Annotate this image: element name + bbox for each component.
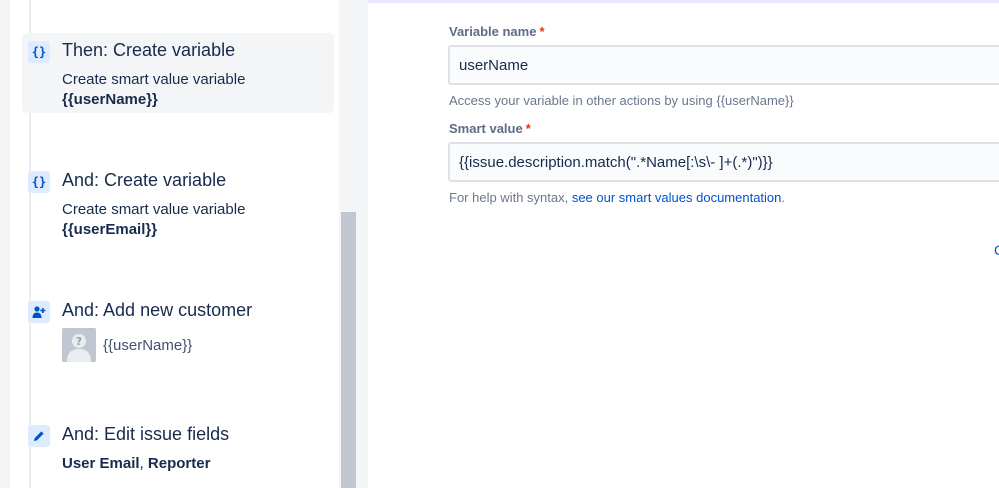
rule-step-edit-issue-fields[interactable]: And: Edit issue fields User Email, Repor… bbox=[22, 417, 334, 488]
variable-name-input[interactable] bbox=[448, 45, 999, 85]
customer-name: {{userName}} bbox=[103, 337, 193, 354]
config-panel-header-edge bbox=[368, 0, 999, 3]
svg-text:?: ? bbox=[76, 335, 82, 348]
rule-step-create-useremail[interactable]: {} And: Create variable Create smart val… bbox=[22, 163, 334, 243]
smart-values-docs-link[interactable]: see our smart values documentation bbox=[572, 190, 782, 205]
step-fields: User Email, Reporter bbox=[62, 455, 210, 472]
customer-avatar: ? bbox=[62, 328, 96, 362]
step-title: Then: Create variable bbox=[62, 40, 236, 60]
step-title: And: Edit issue fields bbox=[62, 424, 230, 444]
smart-value-input[interactable] bbox=[448, 142, 999, 182]
step-variable-value: {{userName}} bbox=[62, 91, 158, 108]
truncated-link[interactable]: C bbox=[994, 242, 999, 258]
rule-step-add-customer[interactable]: And: Add new customer ? {{userName}} bbox=[22, 293, 334, 368]
field-reporter: Reporter bbox=[147, 455, 211, 472]
braces-icon: {} bbox=[28, 171, 50, 193]
smart-value-label: Smart value * bbox=[449, 121, 531, 136]
required-asterisk: * bbox=[539, 24, 545, 39]
step-title: And: Add new customer bbox=[62, 300, 253, 320]
field-user-email: User Email bbox=[62, 455, 140, 472]
variable-name-help: Access your variable in other actions by… bbox=[449, 93, 794, 108]
step-title: And: Create variable bbox=[62, 170, 227, 190]
variable-name-label: Variable name * bbox=[449, 24, 545, 39]
rule-step-create-username[interactable]: {} Then: Create variable Create smart va… bbox=[22, 33, 334, 113]
add-person-icon bbox=[28, 301, 50, 323]
panel-gap bbox=[358, 0, 368, 488]
left-gutter bbox=[0, 0, 10, 488]
field-separator: , bbox=[139, 455, 148, 472]
step-description: Create smart value variable bbox=[62, 201, 246, 218]
step-description: Create smart value variable bbox=[62, 71, 246, 88]
smart-value-help: For help with syntax, see our smart valu… bbox=[449, 190, 786, 205]
braces-icon: {} bbox=[28, 41, 50, 63]
pencil-icon bbox=[28, 425, 50, 447]
required-asterisk: * bbox=[525, 121, 531, 136]
step-variable-value: {{userEmail}} bbox=[62, 221, 158, 238]
scrollbar-thumb[interactable] bbox=[341, 212, 356, 488]
